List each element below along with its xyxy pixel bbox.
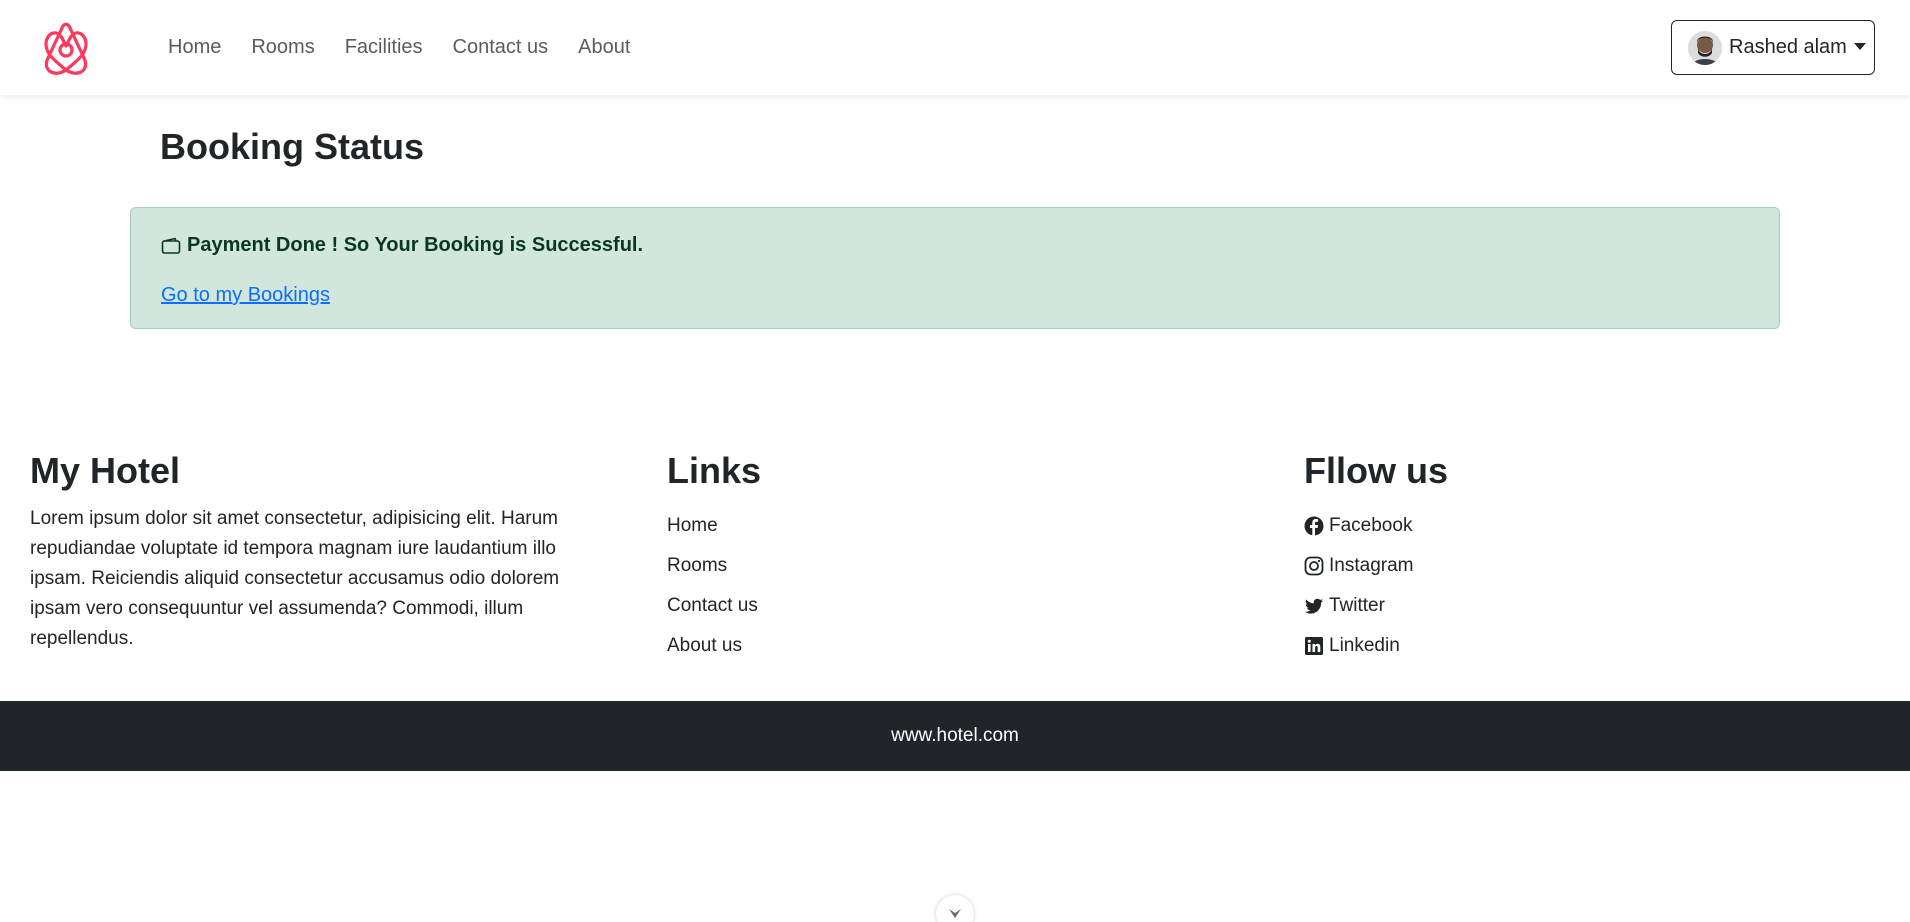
linkedin-icon [1305,637,1323,655]
nav-about[interactable]: About [578,36,630,59]
footer-about-text: Lorem ipsum dolor sit amet consectetur, … [30,508,560,649]
nav-facilities[interactable]: Facilities [345,36,423,59]
footer-link-about[interactable]: About us [667,626,1167,666]
alert-message: Payment Done ! So Your Booking is Succes… [187,234,644,256]
social-linkedin[interactable]: Linkedin [1304,626,1804,666]
nav-home[interactable]: Home [168,36,221,59]
nav-rooms[interactable]: Rooms [251,36,314,59]
alert-message-row: Payment Done ! So Your Booking is Succes… [161,234,643,257]
footer-bottom-bar: www.hotel.com [0,701,1910,771]
facebook-icon [1304,516,1324,536]
social-twitter-label: Twitter [1329,595,1385,616]
social-instagram-label: Instagram [1329,555,1414,576]
main-nav: Home Rooms Facilities Contact us About [168,36,660,59]
social-facebook[interactable]: Facebook [1304,506,1804,546]
footer-social-heading: Fllow us [1304,450,1448,491]
footer-social: Fllow us Facebook Instagram Twitter Link… [1304,450,1804,666]
footer-site-url: www.hotel.com [891,725,1019,746]
airbnb-logo-icon[interactable] [40,20,92,76]
wallet-icon [161,237,181,254]
footer-links: Links Home Rooms Contact us About us [667,450,1167,666]
success-alert: Payment Done ! So Your Booking is Succes… [130,207,1780,329]
footer-about-heading: My Hotel [30,450,181,491]
social-linkedin-label: Linkedin [1329,635,1400,656]
avatar [1688,30,1722,65]
footer-link-contact[interactable]: Contact us [667,586,1167,626]
twitter-icon [1305,598,1323,614]
user-name: Rashed alam [1729,36,1847,58]
social-instagram[interactable]: Instagram [1304,546,1804,586]
navbar: Home Rooms Facilities Contact us About R… [0,0,1910,95]
scroll-down-button[interactable] [936,895,974,922]
user-menu-button[interactable]: Rashed alam [1671,20,1875,75]
chevron-down-icon [1853,43,1866,50]
social-facebook-label: Facebook [1329,515,1413,536]
instagram-icon [1304,556,1324,576]
nav-contact[interactable]: Contact us [453,36,549,59]
go-to-bookings-link[interactable]: Go to my Bookings [161,284,330,307]
footer-links-heading: Links [667,450,762,491]
page-title: Booking Status [160,126,425,167]
footer-about: My Hotel Lorem ipsum dolor sit amet cons… [30,450,600,654]
footer-link-rooms[interactable]: Rooms [667,546,1167,586]
footer-link-home[interactable]: Home [667,506,1167,546]
chevron-down-icon [949,909,961,918]
social-twitter[interactable]: Twitter [1304,586,1804,626]
